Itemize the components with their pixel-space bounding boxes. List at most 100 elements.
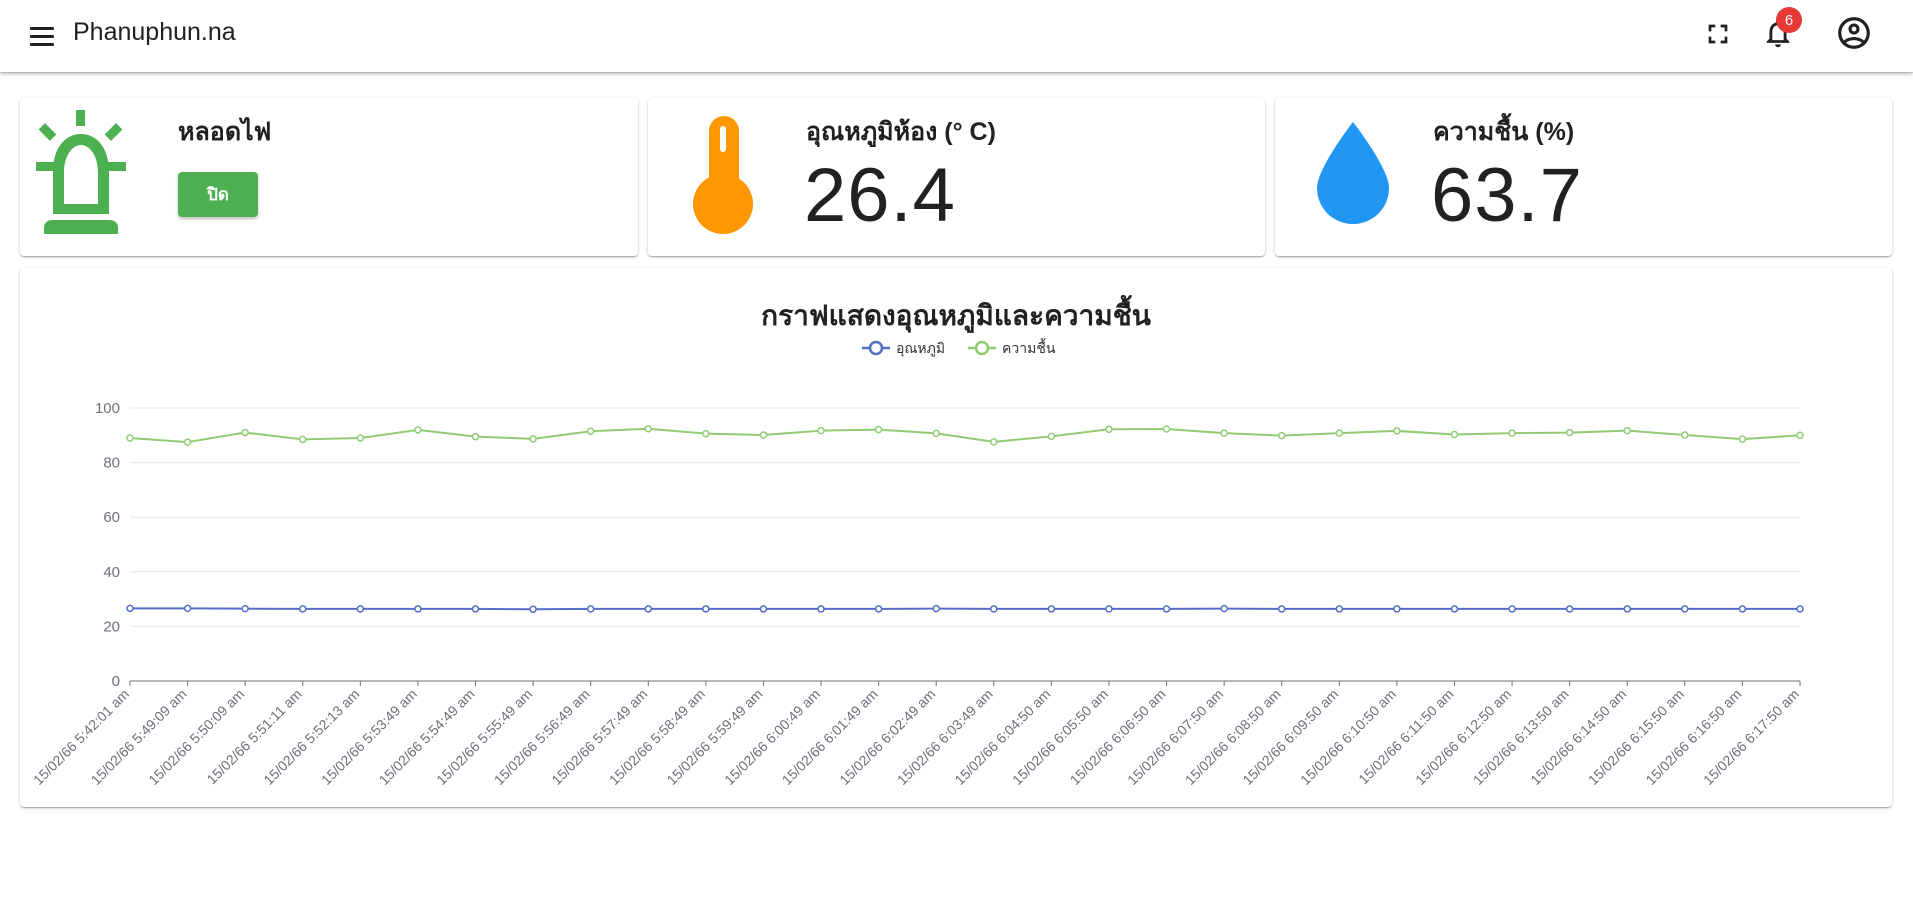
- data-point: [990, 605, 998, 613]
- x-tick-label: 15/02/66 5:49:09 am: [88, 686, 190, 788]
- x-tick-label: 15/02/66 6:05:50 am: [1009, 686, 1111, 788]
- data-point: [126, 434, 134, 442]
- data-point: [1335, 605, 1344, 613]
- lamp-toggle-button[interactable]: ปิด: [178, 172, 258, 217]
- thermometer-icon: [693, 116, 753, 234]
- humidity-title: ความชื้น (%): [1433, 118, 1575, 146]
- x-tick-label: 15/02/66 6:02:49 am: [836, 686, 938, 788]
- data-point: [990, 438, 998, 446]
- data-point: [183, 438, 192, 446]
- data-point: [1162, 425, 1171, 433]
- y-tick-label: 20: [103, 618, 120, 635]
- x-tick-label: 15/02/66 6:03:49 am: [894, 686, 996, 788]
- data-point: [241, 428, 249, 437]
- data-point: [759, 605, 768, 613]
- x-tick-label: 15/02/66 5:42:01 am: [30, 686, 132, 788]
- y-tick-label: 80: [103, 455, 120, 472]
- account-circle-icon[interactable]: [1835, 14, 1873, 52]
- humidity-card: ความชื้น (%) 63.7: [1275, 98, 1892, 256]
- data-point: [817, 426, 825, 435]
- data-point: [1277, 605, 1286, 613]
- data-point: [1162, 605, 1171, 613]
- data-point: [1565, 605, 1574, 613]
- lamp-card: หลอดไฟ ปิด: [20, 98, 638, 256]
- data-point: [1738, 605, 1747, 613]
- data-point: [1047, 605, 1056, 613]
- data-point: [1681, 605, 1689, 613]
- x-tick-label: 15/02/66 6:13:50 am: [1470, 686, 1572, 788]
- x-tick-label: 15/02/66 6:00:49 am: [721, 686, 823, 788]
- x-tick-label: 15/02/66 5:55:49 am: [433, 686, 535, 788]
- x-tick-label: 15/02/66 6:01:49 am: [779, 686, 881, 788]
- alarm-light-icon: [36, 110, 126, 234]
- water-drop-icon: [1317, 122, 1389, 224]
- data-point: [356, 434, 365, 442]
- data-point: [471, 432, 480, 441]
- lamp-title: หลอดไฟ: [178, 118, 272, 146]
- x-tick-label: 15/02/66 5:56:49 am: [491, 686, 593, 788]
- data-point: [1565, 428, 1574, 437]
- x-tick-label: 15/02/66 6:16:50 am: [1642, 686, 1744, 788]
- menu-icon[interactable]: [26, 20, 58, 52]
- x-tick-label: 15/02/66 5:54:49 am: [376, 686, 478, 788]
- data-point: [702, 429, 710, 438]
- x-tick-label: 15/02/66 5:52:13 am: [260, 686, 362, 788]
- data-point: [817, 605, 825, 613]
- data-point: [529, 605, 537, 613]
- x-tick-label: 15/02/66 6:15:50 am: [1585, 686, 1687, 788]
- data-point: [1335, 429, 1344, 437]
- data-point: [1220, 604, 1228, 613]
- humidity-value: 63.7: [1431, 153, 1583, 238]
- line-chart: 02040608010015/02/66 5:42:01 am15/02/66 …: [30, 338, 1804, 788]
- data-point: [471, 605, 480, 613]
- data-point: [414, 426, 422, 434]
- data-point: [874, 425, 883, 434]
- legend-marker: [868, 340, 884, 356]
- fullscreen-icon[interactable]: [1702, 18, 1734, 50]
- data-point: [932, 429, 940, 438]
- x-tick-label: 15/02/66 6:07:50 am: [1124, 686, 1226, 788]
- temperature-card: อุณหภูมิห้อง (° C) 26.4: [648, 98, 1265, 256]
- data-point: [644, 424, 653, 433]
- data-point: [529, 435, 537, 443]
- app-title: Phanuphun.na: [73, 18, 236, 46]
- notification-badge: 6: [1776, 7, 1802, 33]
- data-point: [1450, 605, 1459, 613]
- y-tick-label: 100: [95, 400, 120, 417]
- data-point: [702, 605, 710, 613]
- x-tick-label: 15/02/66 6:08:50 am: [1182, 686, 1284, 788]
- data-point: [1277, 431, 1286, 440]
- data-point: [1393, 605, 1401, 613]
- data-point: [414, 605, 422, 613]
- x-tick-label: 15/02/66 5:58:49 am: [606, 686, 708, 788]
- x-tick-label: 15/02/66 6:11:50 am: [1355, 686, 1456, 787]
- legend-label: อุณหภูมิ: [896, 341, 945, 357]
- x-tick-label: 15/02/66 5:59:49 am: [663, 686, 765, 788]
- data-point: [1681, 431, 1689, 439]
- series-line: [129, 427, 1801, 444]
- x-tick-label: 15/02/66 6:09:50 am: [1239, 686, 1341, 788]
- data-point: [874, 605, 883, 613]
- data-point: [241, 604, 249, 613]
- data-point: [1393, 427, 1401, 435]
- data-point: [586, 605, 595, 613]
- top-app-bar: Phanuphun.na 6: [0, 0, 1913, 72]
- data-point: [932, 604, 940, 613]
- x-tick-label: 15/02/66 6:06:50 am: [1067, 686, 1169, 788]
- data-point: [1508, 605, 1516, 613]
- data-point: [1220, 429, 1228, 437]
- x-tick-label: 15/02/66 5:51:11 am: [203, 686, 304, 787]
- legend-marker: [974, 340, 990, 356]
- x-tick-label: 15/02/66 6:17:50 am: [1700, 686, 1802, 788]
- data-point: [126, 604, 134, 613]
- data-point: [183, 604, 192, 613]
- data-point: [1047, 432, 1056, 441]
- data-point: [1450, 430, 1459, 439]
- data-point: [586, 427, 595, 435]
- temperature-value: 26.4: [804, 153, 956, 238]
- x-tick-label: 15/02/66 6:12:50 am: [1412, 686, 1514, 788]
- x-tick-label: 15/02/66 6:04:50 am: [951, 686, 1053, 788]
- series-line: [130, 607, 1800, 611]
- y-tick-label: 40: [103, 564, 120, 581]
- data-point: [1738, 435, 1747, 443]
